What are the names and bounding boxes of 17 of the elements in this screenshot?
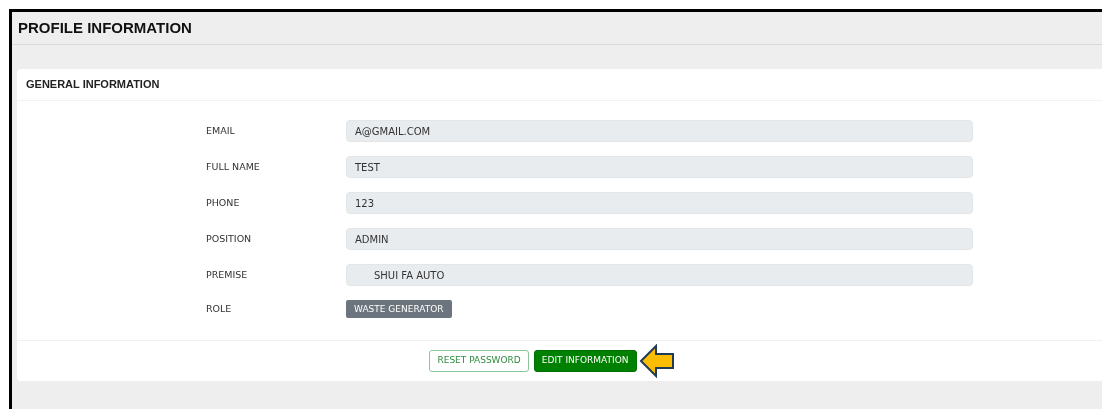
premise-field[interactable]: SHUI FA AUTO xyxy=(346,264,973,286)
reset-button[interactable]: RESET PASSWORD xyxy=(429,350,529,372)
input-field[interactable]: 123 xyxy=(346,192,973,214)
field-label: FULL NAME xyxy=(206,159,261,174)
edit-button[interactable]: EDIT INFORMATION xyxy=(533,350,637,372)
role-badge: WASTE GENERATOR xyxy=(346,300,452,318)
field-label: ROLE xyxy=(206,301,233,316)
field-label: PREMISE xyxy=(206,267,249,282)
field-label: PHONE xyxy=(206,195,241,210)
page-title: PROFILE INFORMATION xyxy=(18,17,192,38)
field-label: POSITION xyxy=(206,231,253,246)
input-field[interactable]: ADMIN xyxy=(346,228,973,250)
arrow-icon xyxy=(638,344,675,378)
field-label: EMAIL xyxy=(206,123,236,138)
input-field[interactable]: A@GMAIL.COM xyxy=(346,120,973,142)
input-field[interactable]: TEST xyxy=(346,156,973,178)
card-title: GENERAL INFORMATION xyxy=(26,77,160,93)
